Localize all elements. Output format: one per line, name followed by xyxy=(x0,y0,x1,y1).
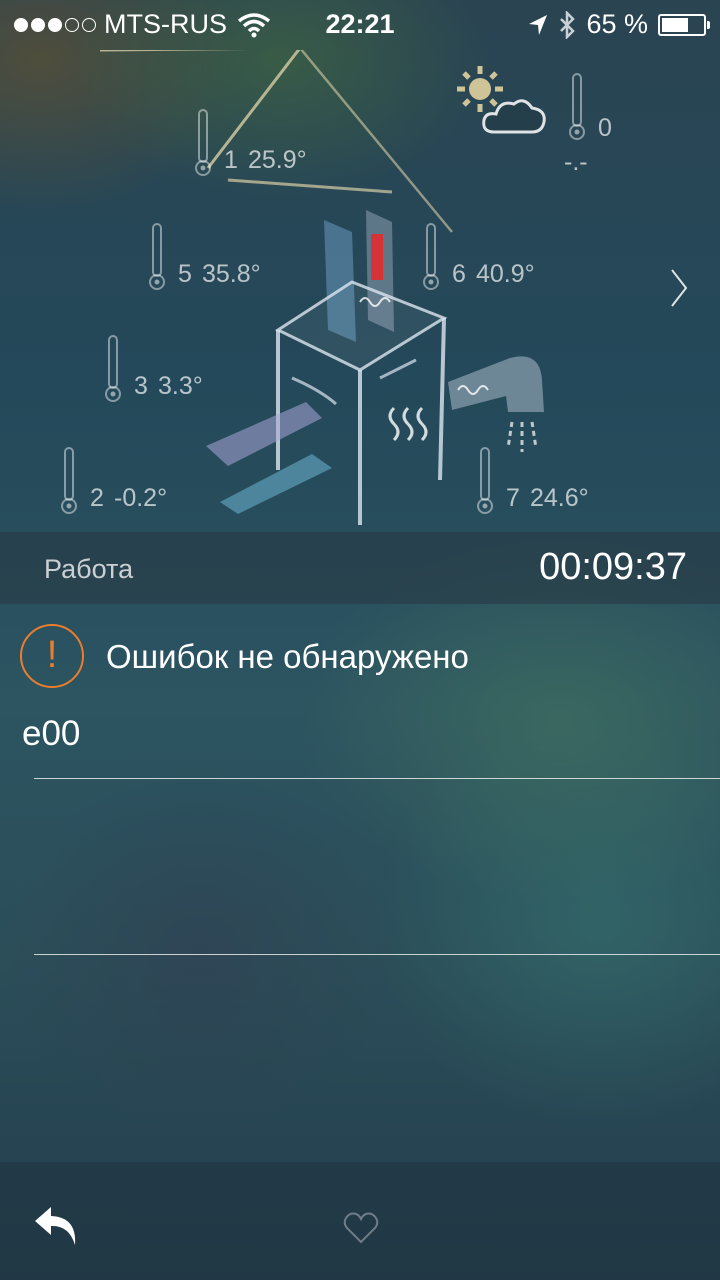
operation-status-bar: Работа 00:09:37 xyxy=(0,532,720,604)
sensor-value: 35.8° xyxy=(202,260,261,288)
thermometer-icon xyxy=(423,223,439,290)
sensor-2: 2 -0.2° xyxy=(58,446,238,520)
thermometer-icon xyxy=(149,223,165,290)
sensor-id: 2 xyxy=(90,484,104,512)
status-bar: MTS-RUS 22:21 65 % xyxy=(0,0,720,50)
sensor-id: 3 xyxy=(134,372,148,400)
battery-percent: 65 % xyxy=(586,9,648,39)
sensor-value: 24.6° xyxy=(530,484,589,512)
sensor-id: 1 xyxy=(224,146,238,174)
next-page-chevron-icon[interactable] xyxy=(668,268,692,308)
operation-timer: 00:09:37 xyxy=(539,546,687,588)
bluetooth-icon xyxy=(560,10,576,39)
outdoor-temperature: -.- xyxy=(564,148,588,176)
sensor-1: 1 25.9° xyxy=(192,108,372,182)
heart-icon[interactable] xyxy=(343,1211,379,1245)
divider xyxy=(34,954,720,955)
sensor-0: 0 xyxy=(566,72,626,146)
back-arrow-icon[interactable] xyxy=(33,1205,81,1247)
sensor-value: -0.2° xyxy=(114,484,168,512)
heating-system-scheme: 0 -.- 1 25.9° 5 35.8° 6 40.9° 3 3.3° 2 -0.2° 7 24.6… xyxy=(0,50,720,532)
battery-icon xyxy=(658,13,710,36)
warning-icon: ! xyxy=(20,624,84,688)
sensor-value: 40.9° xyxy=(476,260,535,288)
location-arrow-icon xyxy=(529,14,548,35)
error-message: Ошибок не обнаружено xyxy=(106,638,469,675)
sensor-id: 6 xyxy=(452,260,466,288)
sensor-7: 7 24.6° xyxy=(474,446,654,520)
divider xyxy=(34,778,720,779)
status-bar-right: 65 % xyxy=(528,9,710,40)
sun-cloud-icon xyxy=(457,66,546,134)
sensor-5: 5 35.8° xyxy=(146,222,326,296)
status-label: Работа xyxy=(44,554,134,584)
sensor-6: 6 40.9° xyxy=(420,222,600,296)
thermometer-icon xyxy=(569,73,585,140)
sensor-id: 5 xyxy=(178,260,192,288)
error-code: e00 xyxy=(22,714,81,753)
thermometer-icon xyxy=(61,447,77,514)
sensor-value: 25.9° xyxy=(248,146,307,174)
thermometer-icon xyxy=(195,109,211,176)
sensor-id: 7 xyxy=(506,484,520,512)
sensor-value: 3.3° xyxy=(158,372,203,400)
thermometer-icon xyxy=(477,447,493,514)
thermometer-icon xyxy=(105,335,121,402)
sensor-3: 3 3.3° xyxy=(102,334,282,408)
